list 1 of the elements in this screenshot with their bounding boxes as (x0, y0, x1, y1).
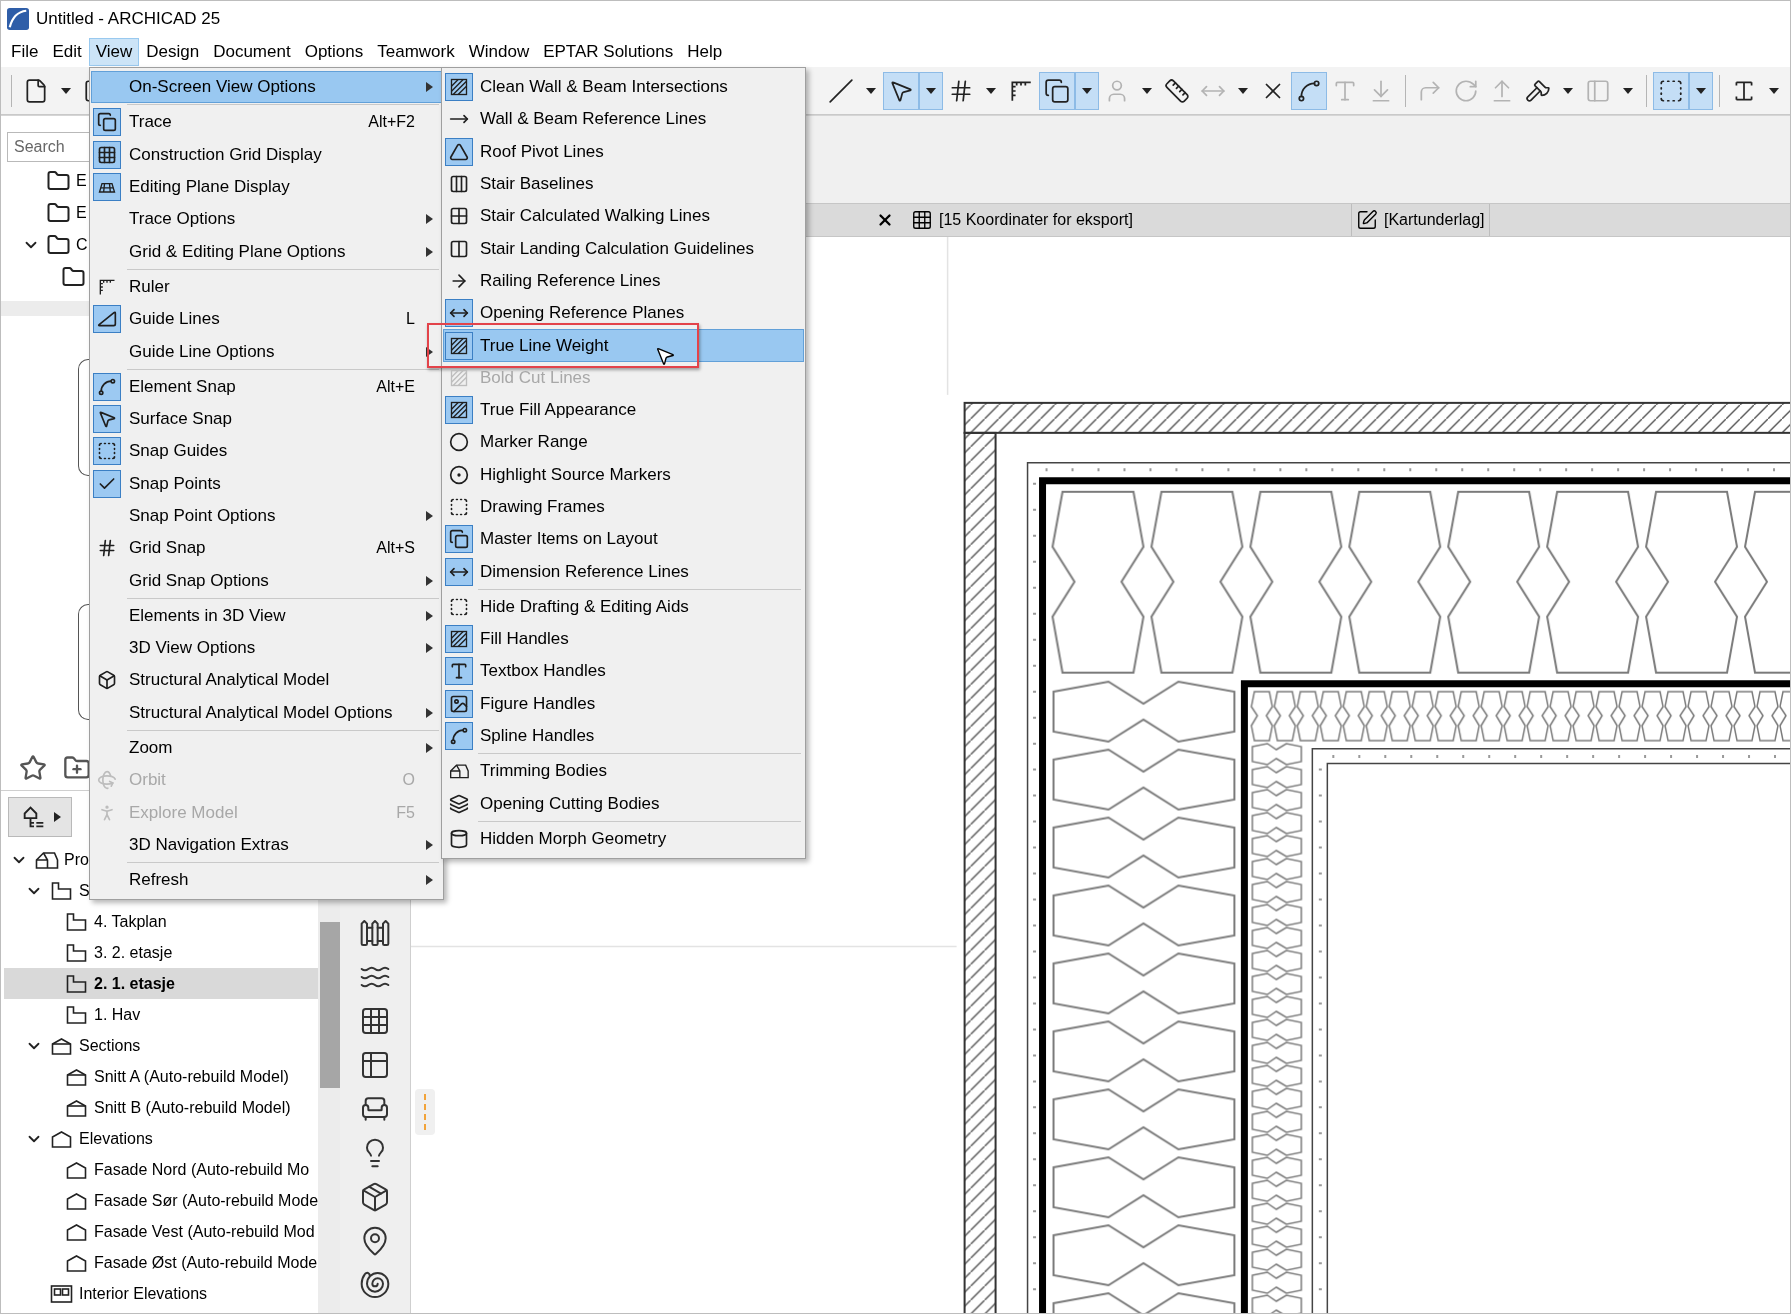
window-title: Untitled - ARCHICAD 25 (36, 9, 221, 29)
